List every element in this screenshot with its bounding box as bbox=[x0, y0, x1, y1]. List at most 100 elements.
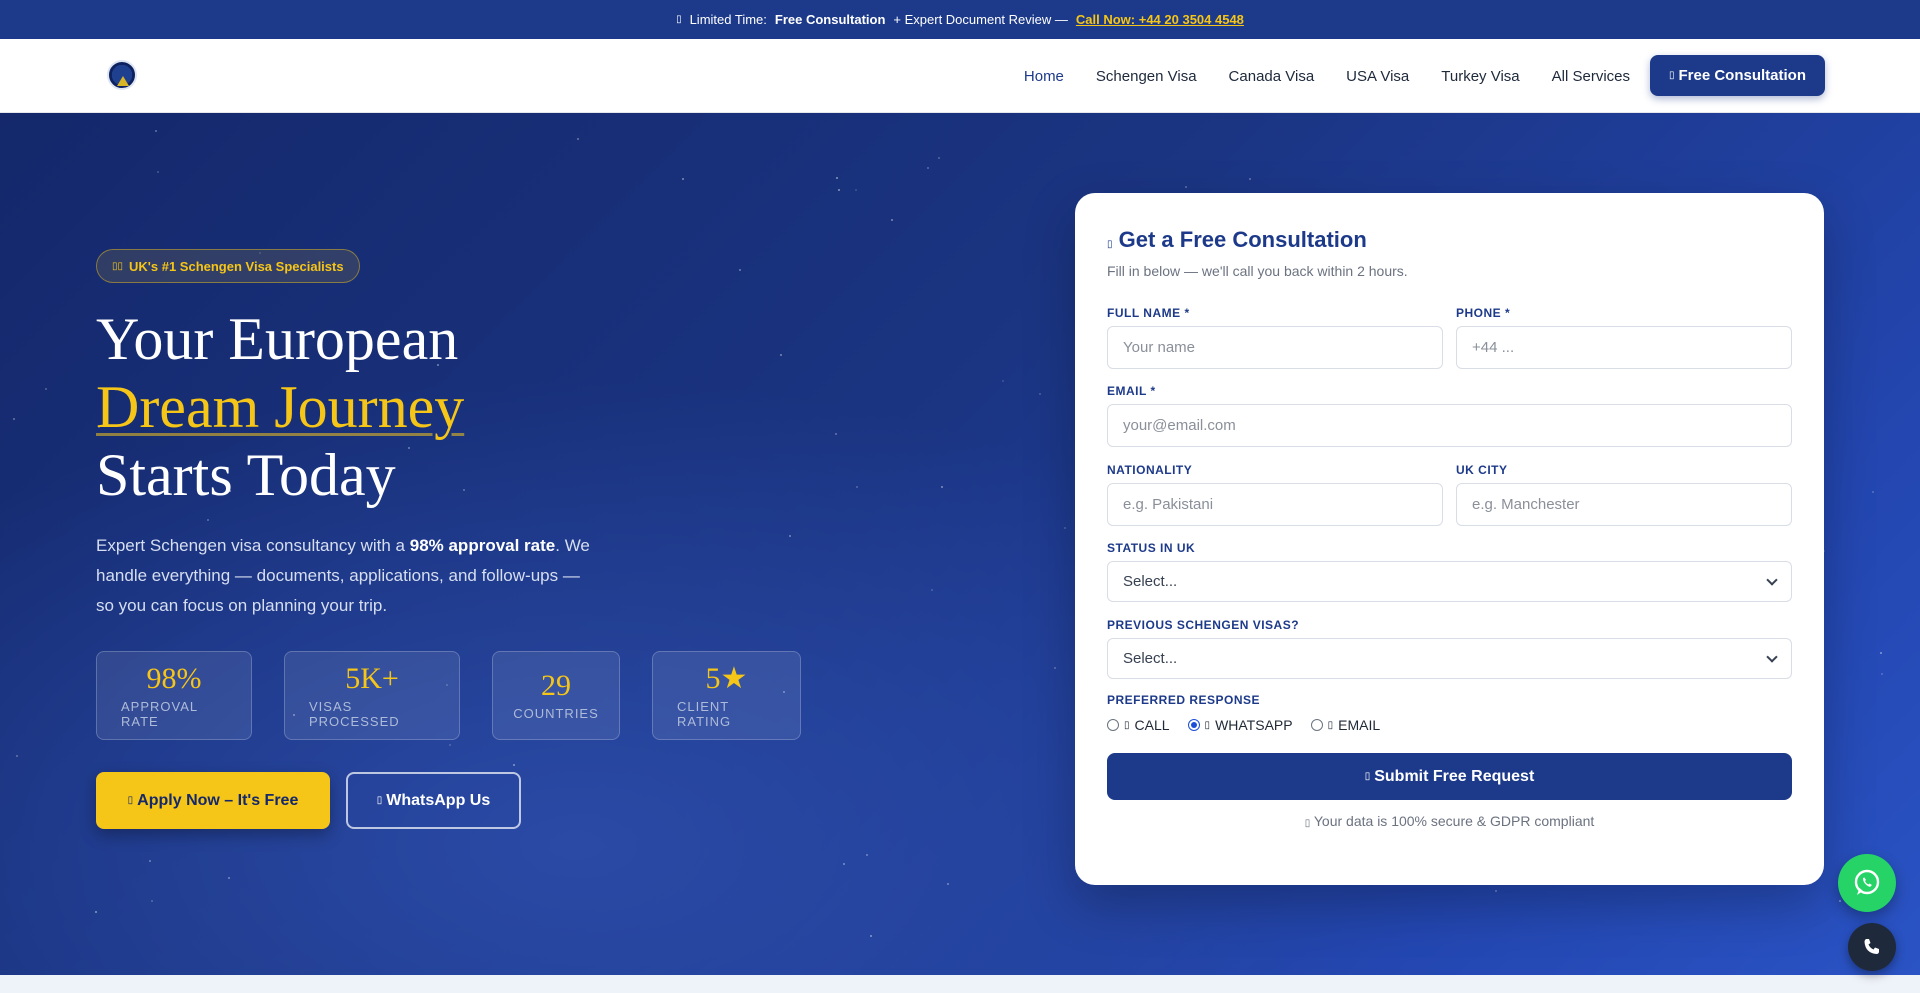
star-dot bbox=[13, 418, 15, 420]
form-icon: ▯ bbox=[127, 795, 134, 806]
whatsapp-float-button[interactable] bbox=[1838, 854, 1896, 912]
star-dot bbox=[866, 854, 868, 856]
star-dot bbox=[1872, 491, 1874, 493]
star-dot bbox=[228, 877, 230, 879]
hero-description: Expert Schengen visa consultancy with a … bbox=[96, 531, 596, 621]
specialist-badge: ▯▯ UK's #1 Schengen Visa Specialists bbox=[96, 249, 360, 283]
nav-turkey-visa[interactable]: Turkey Visa bbox=[1441, 68, 1519, 85]
headline-highlight: Dream Journey bbox=[96, 374, 465, 440]
submit-request-button[interactable]: ▯ Submit Free Request bbox=[1107, 753, 1792, 800]
email-input[interactable] bbox=[1107, 404, 1792, 447]
star-dot bbox=[577, 138, 579, 140]
nav-all-services[interactable]: All Services bbox=[1552, 68, 1630, 85]
lock-icon: ▯ bbox=[1304, 818, 1311, 829]
star-dot bbox=[1185, 186, 1187, 188]
star-dot bbox=[151, 900, 153, 902]
star-dot bbox=[1881, 673, 1883, 675]
description-highlight: 98% approval rate bbox=[409, 536, 556, 555]
apply-now-button[interactable]: ▯ Apply Now – It's Free bbox=[96, 772, 330, 829]
status-label: STATUS IN UK bbox=[1107, 541, 1196, 555]
phone-icon: ▯ bbox=[1124, 719, 1130, 731]
star-dot bbox=[513, 764, 515, 766]
phone-input[interactable] bbox=[1456, 326, 1792, 369]
status-select[interactable]: Select... bbox=[1107, 561, 1792, 602]
stat-card: 5★ CLIENT RATING bbox=[652, 651, 801, 740]
previous-visas-label: PREVIOUS SCHENGEN VISAS? bbox=[1107, 618, 1300, 632]
star-dot bbox=[157, 171, 159, 173]
previous-visas-value: Select... bbox=[1123, 650, 1178, 667]
nav-usa-visa[interactable]: USA Visa bbox=[1346, 68, 1409, 85]
hero-section: ▯▯ UK's #1 Schengen Visa Specialists You… bbox=[0, 113, 1920, 975]
star-dot bbox=[1039, 393, 1041, 395]
stat-value: 29 bbox=[541, 669, 571, 702]
site-logo[interactable] bbox=[107, 60, 137, 90]
apply-now-label: Apply Now – It's Free bbox=[137, 791, 299, 809]
response-option-label: WHATSAPP bbox=[1215, 717, 1293, 733]
badge-text: UK's #1 Schengen Visa Specialists bbox=[129, 258, 344, 274]
announcement-bar: ▯ Limited Time: Free Consultation + Expe… bbox=[0, 0, 1920, 39]
star-dot bbox=[843, 863, 845, 865]
star-dot bbox=[449, 744, 451, 746]
announcement-extra: + Expert Document Review — bbox=[893, 12, 1068, 27]
stat-label: APPROVAL RATE bbox=[121, 698, 198, 729]
star-dot bbox=[1839, 900, 1841, 902]
star-dot bbox=[789, 535, 791, 537]
hero-headline: Your European Dream Journey Starts Today bbox=[96, 305, 796, 509]
phone-float-button[interactable] bbox=[1848, 923, 1896, 971]
phone-label: PHONE * bbox=[1456, 306, 1511, 320]
response-option-label: CALL bbox=[1134, 717, 1170, 733]
star-dot bbox=[1495, 890, 1497, 892]
preferred-response-label: PREFERRED RESPONSE bbox=[1107, 693, 1261, 707]
nav-canada-visa[interactable]: Canada Visa bbox=[1229, 68, 1315, 85]
call-now-link[interactable]: Call Now: +44 20 3504 4548 bbox=[1076, 12, 1244, 27]
send-icon: ▯ bbox=[1364, 771, 1371, 782]
chevron-down-icon bbox=[1766, 650, 1778, 663]
previous-visas-select[interactable]: Select... bbox=[1107, 638, 1792, 679]
stats-row: 98% APPROVAL RATE 5K+ VISAS PROCESSED 29… bbox=[96, 651, 801, 740]
uk-city-label: UK CITY bbox=[1456, 463, 1508, 477]
status-select-value: Select... bbox=[1123, 573, 1178, 590]
description-text: Expert Schengen visa consultancy with a bbox=[96, 536, 410, 555]
response-option-whatsapp[interactable]: ▯ WHATSAPP bbox=[1187, 717, 1293, 733]
star-dot bbox=[931, 589, 933, 591]
radio-button[interactable] bbox=[1310, 719, 1323, 731]
form-title-text: Get a Free Consultation bbox=[1118, 227, 1367, 252]
security-note-text: Your data is 100% secure & GDPR complian… bbox=[1313, 813, 1595, 829]
star-dot bbox=[16, 755, 18, 757]
radio-button[interactable] bbox=[1107, 719, 1119, 731]
star-dot bbox=[155, 130, 157, 132]
nationality-input[interactable] bbox=[1107, 483, 1443, 526]
clock-icon: ▯ bbox=[676, 14, 682, 25]
announcement-offer: Free Consultation bbox=[774, 12, 886, 27]
radio-button-selected[interactable] bbox=[1187, 719, 1200, 731]
free-consultation-button[interactable]: ▯ Free Consultation bbox=[1650, 55, 1825, 96]
whatsapp-us-label: WhatsApp Us bbox=[386, 791, 491, 809]
stat-value: 5★ bbox=[705, 661, 748, 695]
whatsapp-icon: ▯ bbox=[376, 795, 383, 806]
whatsapp-us-button[interactable]: ▯ WhatsApp Us bbox=[346, 772, 521, 829]
nav-home[interactable]: Home bbox=[1024, 68, 1064, 85]
stat-card: 98% APPROVAL RATE bbox=[96, 651, 252, 740]
star-dot bbox=[739, 269, 741, 271]
stat-label: COUNTRIES bbox=[513, 706, 599, 721]
response-option-label: EMAIL bbox=[1338, 717, 1381, 733]
stat-value: 5K+ bbox=[345, 661, 399, 695]
mail-icon: ▯ bbox=[1327, 719, 1334, 731]
response-option-call[interactable]: ▯ CALL bbox=[1107, 717, 1170, 733]
nav-schengen-visa[interactable]: Schengen Visa bbox=[1096, 68, 1197, 85]
full-name-label: FULL NAME * bbox=[1107, 306, 1190, 320]
email-label: EMAIL * bbox=[1107, 384, 1156, 398]
uk-city-input[interactable] bbox=[1456, 483, 1792, 526]
response-option-email[interactable]: ▯ EMAIL bbox=[1310, 717, 1381, 733]
stat-label: CLIENT RATING bbox=[677, 698, 732, 729]
security-note: ▯ Your data is 100% secure & GDPR compli… bbox=[1075, 813, 1824, 829]
full-name-input[interactable] bbox=[1107, 326, 1443, 369]
star-dot bbox=[870, 935, 872, 937]
headline-line-1: Your European bbox=[96, 306, 459, 372]
whatsapp-icon: ▯ bbox=[1204, 719, 1211, 731]
star-dot bbox=[938, 157, 940, 159]
headline-line-3: Starts Today bbox=[96, 442, 396, 508]
star-dot bbox=[856, 486, 858, 488]
star-dot bbox=[838, 189, 840, 191]
star-dot bbox=[947, 883, 949, 885]
